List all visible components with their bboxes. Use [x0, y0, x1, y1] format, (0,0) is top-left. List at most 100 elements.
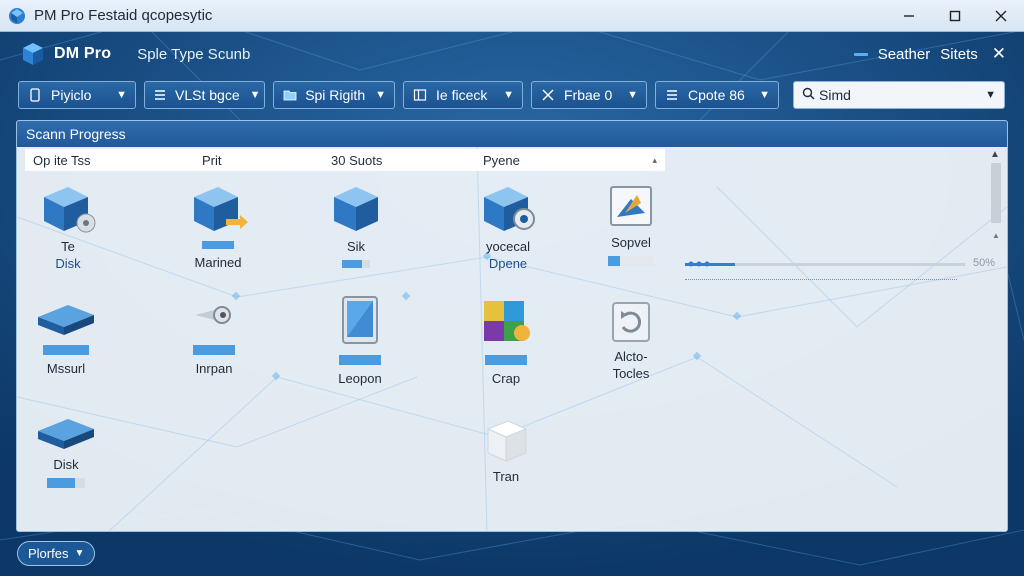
progress-dotted-line	[685, 279, 957, 280]
chevron-down-icon: ▼	[74, 548, 85, 559]
header-link-sitets[interactable]: Sitets	[940, 46, 978, 63]
tools-icon	[540, 87, 556, 103]
search-icon	[802, 87, 815, 103]
grid-item-inrpan[interactable]: Inrpan	[159, 299, 269, 376]
item-label: Te	[61, 239, 75, 254]
app-logo-icon	[9, 7, 25, 24]
item-label: Leopon	[338, 371, 382, 386]
close-window-button[interactable]	[978, 0, 1024, 32]
white-cube-icon	[486, 420, 528, 462]
usb-plug-icon	[195, 306, 231, 324]
maximize-button[interactable]	[932, 0, 978, 32]
color-blocks-icon	[484, 301, 530, 341]
drive-bar-icon	[43, 345, 89, 355]
item-label: Dpene	[488, 256, 528, 271]
dropdown-cpote[interactable]: Cpote 86 ▼	[655, 81, 779, 109]
toolbar: Piyiclo ▼ VLSt bgce ▼ Spi Rigith ▼ Ie fi…	[18, 81, 1005, 109]
close-icon	[995, 10, 1007, 21]
box-arrow-icon	[194, 187, 248, 231]
grid-item-alcto-tocles[interactable]: Alcto- Tocles	[576, 299, 686, 381]
chevron-down-icon: ▼	[116, 89, 127, 101]
dropdown-spi-rigith[interactable]: Spi Rigith ▼	[273, 81, 395, 109]
item-label: Inrpan	[195, 361, 233, 376]
search-dropdown[interactable]: Simd ▼	[793, 81, 1005, 109]
disk-box-icon	[44, 187, 96, 233]
chevron-down-icon: ▼	[249, 89, 261, 101]
item-label: Tocles	[612, 366, 650, 381]
item-label: Sik	[346, 239, 366, 254]
footer-dropdown-button[interactable]: Plorfes ▼	[17, 541, 96, 566]
panel-icon	[412, 87, 428, 103]
panel-title: Scann Progress	[26, 126, 126, 142]
minimize-icon	[904, 14, 914, 17]
refresh-tile-icon	[612, 302, 650, 342]
grid-item-sopvel[interactable]: Sopvel	[576, 183, 686, 268]
grid-item-marined[interactable]: Marined	[163, 183, 273, 270]
window-title: PM Pro Festaid qcopesytic	[34, 7, 213, 24]
hard-drive-icon	[38, 305, 94, 335]
drive-bar-icon	[202, 241, 234, 249]
title-bar: PM Pro Festaid qcopesytic	[0, 0, 1024, 32]
box-icon	[334, 187, 378, 231]
progress-dots-icon	[688, 261, 710, 267]
grid-item-sik[interactable]: Sik	[301, 183, 411, 270]
grid-item-yocecal[interactable]: yocecal Dpene	[453, 183, 563, 271]
scan-progress-panel: Scann Progress Op ite Tss Prit 30 Suots …	[16, 120, 1008, 532]
item-label: Mssurl	[46, 361, 86, 376]
drive-bar-icon	[485, 355, 527, 365]
header-close-icon[interactable]: ✕	[992, 44, 1006, 64]
drive-bar-icon	[608, 256, 654, 266]
grid-item-leopon[interactable]: Leopon	[305, 295, 415, 386]
grid-item-tran[interactable]: Tran	[451, 415, 561, 484]
sort-arrow-icon[interactable]: ▴	[652, 155, 657, 166]
folder-icon	[282, 87, 297, 103]
cube-logo-icon	[23, 43, 43, 65]
item-label: Sopvel	[611, 235, 651, 250]
grid-item-mssurl[interactable]: Mssurl	[17, 299, 121, 376]
column-header[interactable]: 30 Suots	[331, 153, 382, 168]
column-header[interactable]: Pyene	[483, 153, 520, 168]
app-header: DM Pro Sple Type Scunb Seather Sitets ✕	[0, 32, 1024, 76]
brand-name: DM Pro	[54, 45, 112, 62]
chevron-down-icon: ▼	[503, 89, 514, 101]
vertical-scrollbar[interactable]: ▲ ▲	[987, 149, 1003, 249]
scroll-down-icon[interactable]: ▲	[992, 231, 1000, 240]
hard-drive-icon	[38, 419, 94, 449]
grid-item-disk[interactable]: Te Disk	[17, 183, 123, 271]
chevron-down-icon: ▼	[627, 89, 638, 101]
dropdown-piyiclo[interactable]: Piyiclo ▼	[18, 81, 136, 109]
grid-item-disk-2[interactable]: Disk	[17, 413, 121, 490]
header-right-menu: Seather Sitets ✕	[853, 44, 1024, 64]
chevron-down-icon: ▼	[375, 89, 386, 101]
chevron-down-icon: ▼	[759, 89, 770, 101]
header-link-seather[interactable]: Seather	[878, 46, 931, 63]
image-frame-icon	[610, 186, 652, 226]
item-label: Crap	[491, 371, 521, 386]
column-header-row: Op ite Tss Prit 30 Suots Pyene ▴	[25, 149, 665, 171]
drive-bar-icon	[47, 478, 85, 488]
drive-bar-icon	[342, 260, 370, 268]
column-header[interactable]: Prit	[202, 153, 222, 168]
dropdown-vlst-bgce[interactable]: VLSt bgce ▼	[144, 81, 265, 109]
item-label: yocecal	[485, 239, 531, 254]
scroll-up-icon[interactable]: ▲	[990, 149, 1000, 160]
grid-item-crap[interactable]: Crap	[451, 295, 561, 386]
progress-percent: 50%	[973, 257, 996, 269]
column-header[interactable]: Op ite Tss	[33, 153, 91, 168]
dropdown-ie-ficeck[interactable]: Ie ficeck ▼	[403, 81, 523, 109]
list-icon	[664, 87, 680, 103]
list-icon	[153, 87, 167, 103]
item-label: Alcto-	[614, 349, 648, 364]
maximize-icon	[949, 10, 961, 21]
device-icon	[27, 87, 43, 103]
header-subtitle[interactable]: Sple Type Scunb	[137, 46, 250, 63]
dash-icon	[853, 52, 868, 56]
item-label: Disk	[55, 256, 81, 271]
scroll-thumb[interactable]	[991, 163, 1001, 223]
box-gear-icon	[484, 187, 535, 231]
minimize-button[interactable]	[886, 0, 932, 32]
tablet-icon	[342, 296, 378, 344]
chevron-down-icon: ▼	[985, 89, 996, 101]
window-controls	[886, 0, 1024, 32]
dropdown-frbae[interactable]: Frbae 0 ▼	[531, 81, 647, 109]
